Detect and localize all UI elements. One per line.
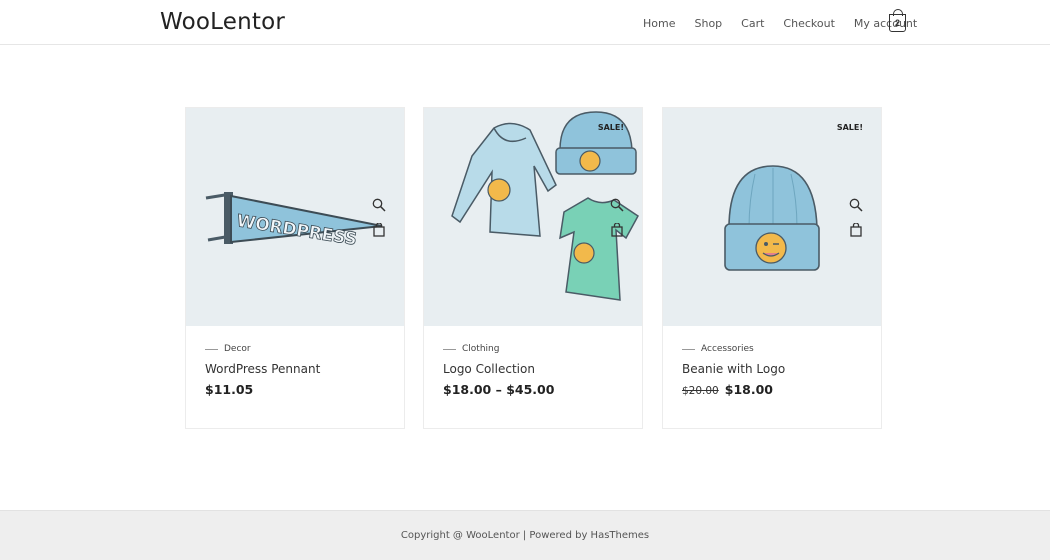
beanie-illustration [724, 165, 820, 271]
nav-my-account[interactable]: My account [854, 17, 917, 30]
category-label[interactable]: Accessories [701, 344, 754, 354]
site-footer: Copyright @ WooLentor | Powered by HasTh… [0, 510, 1050, 560]
product-image-pennant[interactable]: WORDPRESS [186, 108, 404, 326]
sale-badge: SALE! [597, 123, 624, 132]
current-price: $11.05 [205, 382, 254, 397]
bag-icon[interactable] [849, 223, 863, 237]
product-image-beanie[interactable]: SALE! [663, 108, 881, 326]
product-title[interactable]: Logo Collection [443, 362, 535, 376]
category-label[interactable]: Decor [224, 344, 251, 354]
current-price: $18.00 – $45.00 [443, 382, 555, 397]
category-dash [205, 348, 218, 350]
nav-checkout[interactable]: Checkout [783, 17, 834, 30]
nav-shop[interactable]: Shop [694, 17, 722, 30]
bag-icon[interactable] [372, 223, 386, 237]
logo-collection-illustration [451, 111, 639, 301]
category-label[interactable]: Clothing [462, 344, 499, 354]
category-dash [443, 348, 456, 350]
pennant-illustration: WORDPRESS [205, 192, 383, 250]
site-logo[interactable]: WooLentor [160, 9, 285, 35]
current-price: $18.00 [724, 382, 773, 397]
product-category[interactable]: Clothing [443, 344, 499, 354]
footer-copyright: Copyright @ WooLentor | Powered by HasTh… [400, 530, 650, 541]
bag-icon[interactable] [610, 223, 624, 237]
zoom-icon[interactable] [849, 198, 863, 212]
zoom-icon[interactable] [610, 198, 624, 212]
product-title[interactable]: WordPress Pennant [205, 362, 320, 376]
site-header: WooLentor Home Shop Cart Checkout My acc… [0, 0, 1050, 45]
zoom-icon[interactable] [372, 198, 386, 212]
product-price: $20.00 $18.00 [682, 382, 773, 397]
cart-count: 2 [894, 18, 900, 28]
category-dash [682, 348, 695, 350]
cart-icon[interactable]: 2 [889, 9, 906, 32]
product-card-logo-collection[interactable]: SALE! Clothing Logo Collection $18.00 – … [423, 107, 643, 429]
nav-cart[interactable]: Cart [741, 17, 764, 30]
product-card-beanie[interactable]: SALE! Accessories Beanie with Logo $20.0… [662, 107, 882, 429]
nav-home[interactable]: Home [643, 17, 675, 30]
product-category[interactable]: Decor [205, 344, 251, 354]
sale-badge: SALE! [836, 123, 863, 132]
product-card-pennant[interactable]: WORDPRESS Decor WordPress Pennant $11.05 [185, 107, 405, 429]
product-category[interactable]: Accessories [682, 344, 754, 354]
old-price: $20.00 [682, 385, 719, 397]
product-image-logo-collection[interactable]: SALE! [424, 108, 642, 326]
product-price: $11.05 [205, 382, 253, 397]
product-price: $18.00 – $45.00 [443, 382, 554, 397]
product-title[interactable]: Beanie with Logo [682, 362, 785, 376]
